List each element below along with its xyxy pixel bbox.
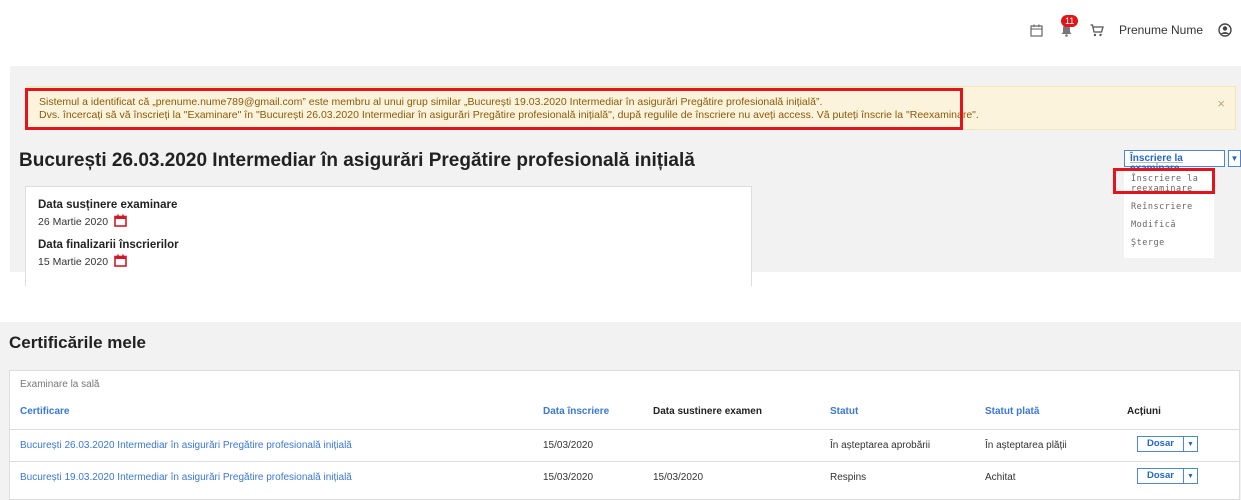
notification-count-badge: 11: [1060, 15, 1079, 27]
menu-item-reenroll[interactable]: Reînscriere: [1131, 200, 1207, 218]
menu-item-delete[interactable]: Șterge: [1131, 236, 1207, 254]
table-cell-data-inscriere: 15/03/2020: [543, 472, 594, 483]
chevron-down-icon[interactable]: ▼: [1227, 150, 1241, 167]
menu-item-edit[interactable]: Modifică: [1131, 218, 1207, 236]
cart-icon[interactable]: [1089, 22, 1105, 38]
exam-info-card: Data susținere examinare 26 Martie 2020 …: [25, 186, 752, 286]
table-row-certificare-link[interactable]: București 26.03.2020 Intermediar în asig…: [20, 440, 352, 451]
user-name[interactable]: Prenume Nume: [1119, 23, 1203, 37]
user-circle-icon[interactable]: [1217, 22, 1233, 38]
chevron-down-icon[interactable]: ▼: [1183, 436, 1198, 452]
alert-highlight-box: [25, 88, 963, 130]
exam-date-value: 26 Martie 2020: [38, 216, 109, 228]
section-title: Certificările mele: [9, 333, 147, 352]
exam-date-label: Data susținere examinare: [38, 199, 178, 211]
column-header-statut[interactable]: Statut: [830, 406, 858, 417]
table-cell-statut-plata: Achitat: [985, 472, 1016, 483]
certificates-table: Examinare la sală Certificare Data înscr…: [9, 370, 1240, 500]
page-title: București 26.03.2020 Intermediar în asig…: [19, 150, 695, 171]
deadline-block: Data finalizarii înscrierilor 15 Martie …: [38, 239, 179, 270]
exam-date-block: Data susținere examinare 26 Martie 2020: [38, 199, 177, 230]
table-cell-statut: În așteptarea aprobării: [830, 440, 931, 451]
bell-icon[interactable]: 11: [1059, 15, 1079, 38]
divider: [10, 461, 1239, 462]
table-caption: Examinare la sală: [20, 379, 100, 390]
menu-highlight-box: [1113, 168, 1215, 194]
dosar-split-button: Dosar ▼: [1137, 436, 1198, 452]
column-header-statut-plata[interactable]: Statut plată: [985, 406, 1039, 417]
chevron-down-icon[interactable]: ▼: [1183, 468, 1198, 484]
column-header-actiuni: Acțiuni: [1127, 406, 1161, 417]
dosar-split-button: Dosar ▼: [1137, 468, 1198, 484]
table-cell-data-examen: 15/03/2020: [653, 472, 704, 483]
top-bar: 11 Prenume Nume: [0, 0, 1241, 64]
calendar-icon: [114, 254, 127, 270]
table-cell-statut: Respins: [830, 472, 867, 483]
column-header-data-inscriere[interactable]: Data înscriere: [543, 406, 609, 417]
enroll-split-button: Înscriere la examinare ▼: [1124, 150, 1241, 174]
dosar-button[interactable]: Dosar: [1137, 436, 1184, 452]
column-header-certificare[interactable]: Certificare: [20, 406, 69, 417]
calendar-icon[interactable]: [1029, 22, 1045, 38]
table-cell-statut-plata: În așteptarea plății: [985, 440, 1067, 451]
dosar-button[interactable]: Dosar: [1137, 468, 1184, 484]
column-header-data-examen: Data sustinere examen: [653, 406, 762, 417]
divider: [10, 429, 1239, 430]
top-bar-actions: 11 Prenume Nume: [1029, 15, 1233, 38]
enroll-exam-button[interactable]: Înscriere la examinare: [1124, 150, 1225, 174]
certificates-panel: Certificările mele Examinare la sală Cer…: [0, 322, 1241, 500]
deadline-value: 15 Martie 2020: [38, 256, 109, 268]
deadline-label: Data finalizarii înscrierilor: [38, 239, 179, 251]
calendar-icon: [114, 214, 127, 230]
close-icon[interactable]: ×: [1217, 97, 1225, 110]
table-row-certificare-link[interactable]: București 19.03.2020 Intermediar în asig…: [20, 472, 352, 483]
table-cell-data-inscriere: 15/03/2020: [543, 440, 594, 451]
